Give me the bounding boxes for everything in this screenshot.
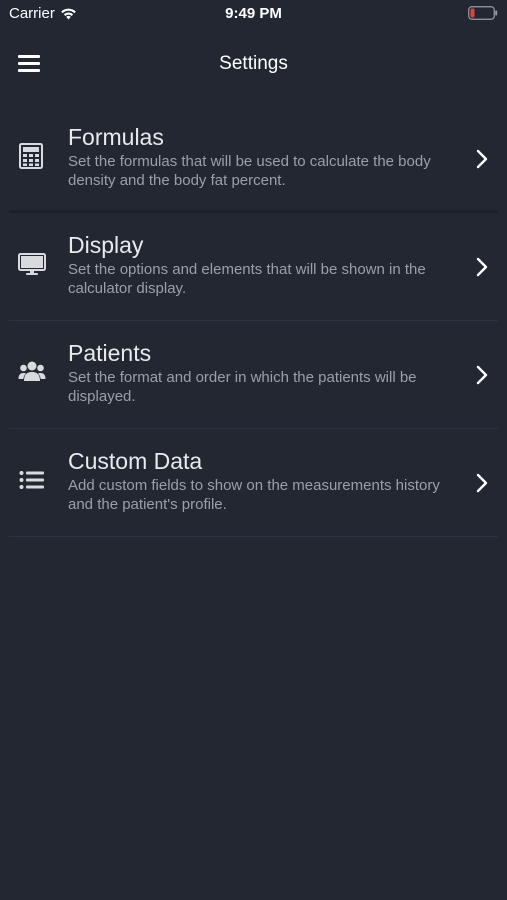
settings-item-description: Set the options and elements that will b…	[68, 261, 426, 297]
divider	[9, 536, 498, 537]
settings-item-patients[interactable]: Patients Set the format and order in whi…	[0, 321, 507, 429]
settings-item-title: Formulas	[68, 124, 164, 150]
settings-list: Formulas Set the formulas that will be u…	[0, 105, 507, 537]
settings-item-formulas[interactable]: Formulas Set the formulas that will be u…	[0, 105, 507, 213]
monitor-icon	[18, 253, 46, 275]
settings-item-description: Add custom fields to show on the measure…	[68, 477, 440, 513]
settings-item-description: Set the format and order in which the pa…	[68, 369, 417, 405]
battery-icon	[468, 6, 498, 20]
settings-item-display[interactable]: Display Set the options and elements tha…	[0, 213, 507, 321]
settings-screen: Carrier 9:49 PM Settings Formulas Set th…	[0, 0, 507, 900]
status-bar: Carrier 9:49 PM	[0, 0, 507, 28]
navigation-bar: Settings	[0, 28, 507, 100]
settings-item-description: Set the formulas that will be used to ca…	[68, 153, 431, 189]
chevron-right-icon	[476, 257, 488, 277]
settings-item-title: Patients	[68, 340, 152, 366]
users-icon	[18, 361, 46, 381]
page-title: Settings	[219, 53, 288, 74]
status-time: 9:49 PM	[225, 5, 282, 22]
chevron-right-icon	[476, 473, 488, 493]
settings-item-custom-data[interactable]: Custom Data Add custom fields to show on…	[0, 429, 507, 537]
calculator-icon	[19, 143, 43, 169]
list-icon	[19, 471, 44, 489]
settings-item-title: Display	[68, 232, 144, 258]
settings-item-title: Custom Data	[68, 448, 203, 474]
chevron-right-icon	[476, 149, 488, 169]
chevron-right-icon	[476, 365, 488, 385]
